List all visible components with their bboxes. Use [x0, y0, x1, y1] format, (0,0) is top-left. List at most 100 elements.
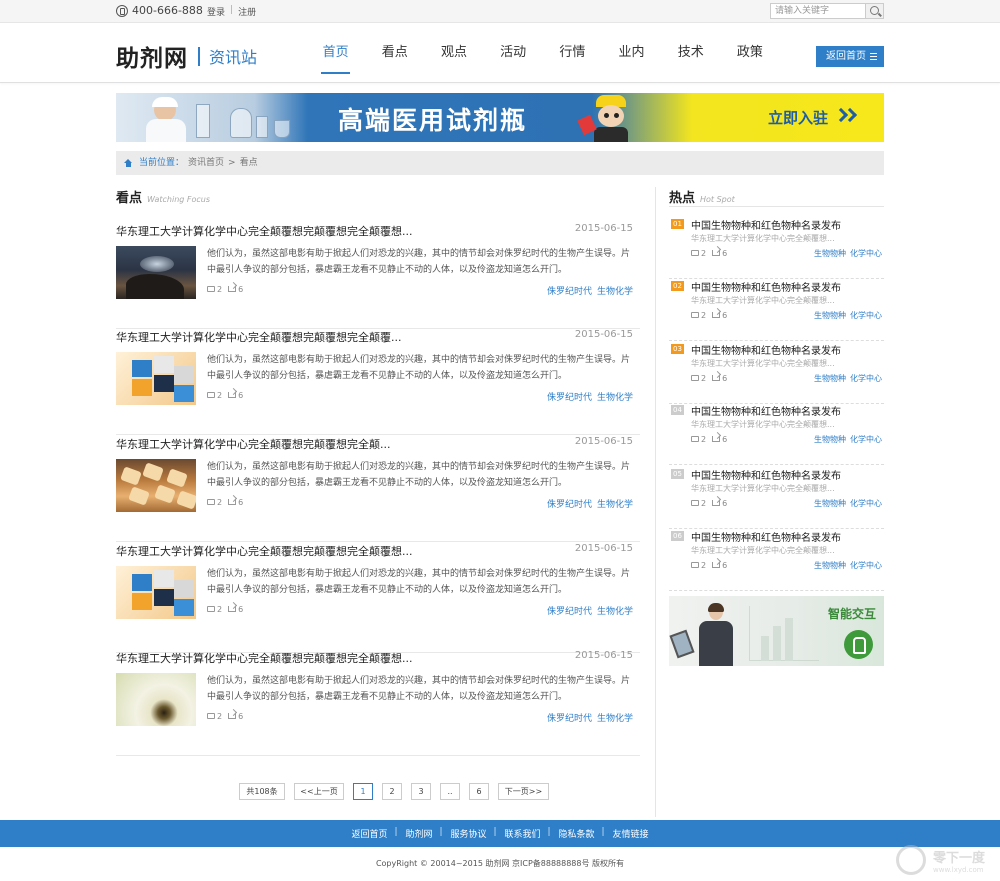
article-title[interactable]: 华东理工大学计算化学中心完全颠覆想完颠覆想完全颠覆想... — [116, 223, 413, 239]
prev-page-button[interactable]: <<上一页 — [294, 783, 344, 800]
hot-meta: 2 6 — [691, 374, 727, 383]
article-thumbnail[interactable] — [116, 246, 196, 299]
share-icon — [228, 392, 237, 398]
tag-link[interactable]: 侏罗纪时代 — [547, 284, 592, 297]
next-page-button[interactable]: 下一页>> — [498, 783, 549, 800]
search-input[interactable]: 请输入关键字 — [770, 3, 866, 19]
tag-link[interactable]: 化学中心 — [850, 248, 882, 259]
article-item[interactable]: 华东理工大学计算化学中心完全颠覆想完颠覆想完全颠覆想... 2015-06-15… — [116, 223, 640, 329]
tag-link[interactable]: 生物物种 — [814, 498, 846, 509]
nav-home[interactable]: 首页 — [306, 23, 365, 83]
login-link[interactable]: 登录 — [207, 5, 225, 18]
banner-cta[interactable]: 立即入驻 — [768, 107, 828, 128]
article-item[interactable]: 华东理工大学计算化学中心完全颠覆想完颠覆想完全颠覆想... 2015-06-15… — [116, 650, 640, 756]
footer-link-terms[interactable]: 服务协议 — [439, 827, 495, 840]
article-item[interactable]: 华东理工大学计算化学中心完全颠覆想完颠覆想完全颠覆想... 2015-06-15… — [116, 543, 640, 653]
hot-item[interactable]: 06 中国生物物种和红色物种名录发布 华东理工大学计算化学中心完全颠覆想... … — [669, 529, 884, 591]
tag-link[interactable]: 侏罗纪时代 — [547, 497, 592, 510]
footer-link-site[interactable]: 助剂网 — [394, 827, 441, 840]
tag-link[interactable]: 化学中心 — [850, 560, 882, 571]
register-link[interactable]: 注册 — [238, 5, 256, 18]
comment-icon — [207, 713, 215, 719]
tag-link[interactable]: 生物化学 — [597, 284, 633, 297]
nav-guandian[interactable]: 观点 — [424, 23, 483, 83]
article-item[interactable]: 华东理工大学计算化学中心完全颠覆想完颠覆想完全颠覆... 2015-06-15 … — [116, 329, 640, 435]
tag-link[interactable]: 侏罗纪时代 — [547, 604, 592, 617]
share-icon — [712, 436, 721, 442]
tag-link[interactable]: 生物物种 — [814, 310, 846, 321]
article-tags: 侏罗纪时代 生物化学 — [547, 604, 633, 617]
breadcrumb-home[interactable]: 资讯首页 — [188, 151, 224, 175]
hot-item[interactable]: 03 中国生物物种和红色物种名录发布 华东理工大学计算化学中心完全颠覆想... … — [669, 342, 884, 404]
tag-link[interactable]: 生物化学 — [597, 497, 633, 510]
footer-link-home[interactable]: 返回首页 — [342, 827, 396, 840]
tag-link[interactable]: 生物化学 — [597, 604, 633, 617]
article-title[interactable]: 华东理工大学计算化学中心完全颠覆想完颠覆想完全颠... — [116, 436, 391, 452]
hot-title[interactable]: 中国生物物种和红色物种名录发布 — [691, 342, 841, 357]
share-icon — [228, 499, 237, 505]
tag-link[interactable]: 侏罗纪时代 — [547, 390, 592, 403]
site-header: 助剂网 资讯站 首页 看点 观点 活动 行情 业内 技术 政策 返回首页 — [0, 23, 1000, 83]
tablet-icon — [669, 629, 695, 659]
tag-link[interactable]: 生物物种 — [814, 434, 846, 445]
article-title[interactable]: 华东理工大学计算化学中心完全颠覆想完颠覆想完全颠覆... — [116, 329, 402, 345]
nav-huodong[interactable]: 活动 — [484, 23, 543, 83]
article-date: 2015-06-15 — [574, 543, 633, 554]
page-2-button[interactable]: 2 — [382, 783, 402, 800]
article-summary: 他们认为，虽然这部电影有助于掀起人们对恐龙的兴趣，其中的情节却会对侏罗纪时代的生… — [207, 355, 631, 381]
article-thumbnail[interactable] — [116, 352, 196, 405]
footer-link-friends[interactable]: 友情链接 — [602, 827, 658, 840]
tag-link[interactable]: 生物物种 — [814, 373, 846, 384]
footer-link-privacy[interactable]: 隐私条款 — [548, 827, 604, 840]
hot-title[interactable]: 中国生物物种和红色物种名录发布 — [691, 403, 841, 418]
article-title[interactable]: 华东理工大学计算化学中心完全颠覆想完颠覆想完全颠覆想... — [116, 650, 413, 666]
section-title-cn: 看点 — [116, 191, 143, 206]
nav-jishu[interactable]: 技术 — [661, 23, 720, 83]
hot-title[interactable]: 中国生物物种和红色物种名录发布 — [691, 217, 841, 232]
hot-item[interactable]: 05 中国生物物种和红色物种名录发布 华东理工大学计算化学中心完全颠覆想... … — [669, 467, 884, 529]
hot-title[interactable]: 中国生物物种和红色物种名录发布 — [691, 279, 841, 294]
sidebar-title-cn: 热点 — [669, 191, 696, 206]
auth-separator: | — [230, 5, 234, 15]
nav-kandian[interactable]: 看点 — [365, 23, 424, 83]
tag-link[interactable]: 生物化学 — [597, 390, 633, 403]
smart-interaction-ad[interactable]: 智能交互 — [669, 596, 884, 666]
hot-item[interactable]: 04 中国生物物种和红色物种名录发布 华东理工大学计算化学中心完全颠覆想... … — [669, 403, 884, 465]
hot-title[interactable]: 中国生物物种和红色物种名录发布 — [691, 467, 841, 482]
share-icon — [228, 606, 237, 612]
share-count: 6 — [722, 311, 728, 320]
article-thumbnail[interactable] — [116, 673, 196, 726]
article-thumbnail[interactable] — [116, 566, 196, 619]
search-icon[interactable] — [866, 3, 884, 19]
comment-icon — [207, 606, 215, 612]
tag-link[interactable]: 化学中心 — [850, 434, 882, 445]
promo-banner[interactable]: 高端医用试剂瓶 立即入驻 — [116, 93, 884, 142]
tag-link[interactable]: 生物物种 — [814, 248, 846, 259]
article-date: 2015-06-15 — [574, 223, 633, 234]
share-count: 6 — [238, 285, 244, 294]
nav-zhengce[interactable]: 政策 — [720, 23, 779, 83]
comment-count: 2 — [701, 374, 707, 383]
hot-item[interactable]: 01 中国生物物种和红色物种名录发布 华东理工大学计算化学中心完全颠覆想... … — [669, 217, 884, 279]
share-count: 6 — [722, 249, 728, 258]
page-1-button[interactable]: 1 — [353, 783, 373, 800]
tag-link[interactable]: 化学中心 — [850, 498, 882, 509]
tag-link[interactable]: 侏罗纪时代 — [547, 711, 592, 724]
page-6-button[interactable]: 6 — [469, 783, 489, 800]
back-home-button[interactable]: 返回首页 — [816, 46, 884, 67]
site-logo[interactable]: 助剂网 资讯站 — [116, 39, 257, 73]
article-item[interactable]: 华东理工大学计算化学中心完全颠覆想完颠覆想完全颠... 2015-06-15 他… — [116, 436, 640, 542]
article-title[interactable]: 华东理工大学计算化学中心完全颠覆想完颠覆想完全颠覆想... — [116, 543, 413, 559]
nav-yenei[interactable]: 业内 — [602, 23, 661, 83]
tag-link[interactable]: 生物化学 — [597, 711, 633, 724]
tag-link[interactable]: 生物物种 — [814, 560, 846, 571]
share-icon — [228, 286, 237, 292]
article-thumbnail[interactable] — [116, 459, 196, 512]
nav-hangqing[interactable]: 行情 — [543, 23, 602, 83]
hot-title[interactable]: 中国生物物种和红色物种名录发布 — [691, 529, 841, 544]
hot-item[interactable]: 02 中国生物物种和红色物种名录发布 华东理工大学计算化学中心完全颠覆想... … — [669, 279, 884, 341]
page-3-button[interactable]: 3 — [411, 783, 431, 800]
footer-link-contact[interactable]: 联系我们 — [493, 827, 550, 840]
tag-link[interactable]: 化学中心 — [850, 373, 882, 384]
tag-link[interactable]: 化学中心 — [850, 310, 882, 321]
